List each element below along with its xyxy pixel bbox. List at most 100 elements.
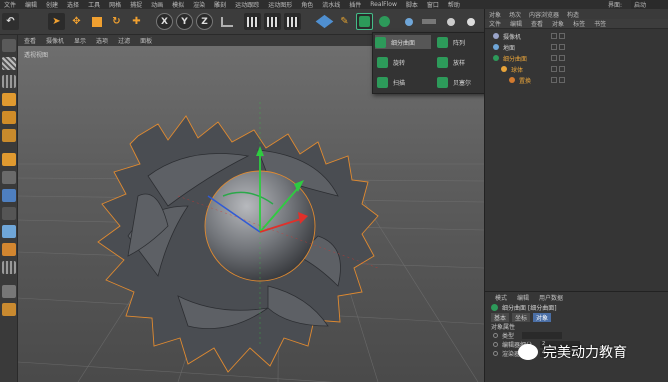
brush-icon[interactable] <box>2 303 16 316</box>
last-tool-icon[interactable]: ✚ <box>128 13 145 30</box>
attr-tab-object[interactable]: 对象 <box>533 312 552 322</box>
perspective-viewport[interactable]: 透视视图 <box>18 46 484 382</box>
menu-select[interactable]: 选择 <box>67 0 79 9</box>
render-settings-icon[interactable] <box>284 13 301 30</box>
attr-menu-edit[interactable]: 编辑 <box>517 293 529 302</box>
om-menu-tags[interactable]: 标签 <box>573 19 585 28</box>
om-menu-view[interactable]: 查看 <box>531 19 543 28</box>
magnet-icon[interactable] <box>2 243 16 256</box>
tab-objects[interactable]: 对象 <box>489 10 501 19</box>
menu-tools[interactable]: 工具 <box>88 0 100 9</box>
cube-primitive-icon[interactable] <box>315 13 334 30</box>
popup-item-array[interactable]: 阵列 <box>437 35 465 49</box>
menu-help[interactable]: 帮助 <box>448 0 460 9</box>
menu-plugins[interactable]: 插件 <box>349 0 361 9</box>
menu-simulate[interactable]: 模拟 <box>172 0 184 9</box>
z-axis-toggle[interactable]: Z <box>196 13 213 30</box>
menu-character[interactable]: 角色 <box>301 0 313 9</box>
menu-file[interactable]: 文件 <box>4 0 16 9</box>
radio-icon[interactable] <box>493 333 498 338</box>
x-axis-toggle[interactable]: X <box>156 13 173 30</box>
coordinate-system-icon[interactable] <box>218 13 235 30</box>
tweak-mode-icon[interactable] <box>2 171 16 184</box>
points-mode-icon[interactable] <box>2 93 16 106</box>
menu-window[interactable]: 窗口 <box>427 0 439 9</box>
subdivision-surface-icon[interactable] <box>356 13 373 30</box>
visibility-toggles[interactable] <box>551 75 567 85</box>
tab-structure[interactable]: 构造 <box>567 10 579 19</box>
light-icon[interactable] <box>462 13 479 30</box>
visibility-toggles[interactable] <box>551 64 567 74</box>
sculpt-icon[interactable] <box>2 285 16 298</box>
om-menu-bookmarks[interactable]: 书签 <box>594 19 606 28</box>
environment-icon[interactable] <box>400 13 417 30</box>
camera-icon[interactable] <box>442 13 459 30</box>
viewport-menu-display[interactable]: 显示 <box>74 36 86 45</box>
attr-menu-user-data[interactable]: 用户数据 <box>539 293 563 302</box>
visibility-toggles[interactable] <box>551 53 567 63</box>
tab-content-browser[interactable]: 内容浏览器 <box>529 10 559 19</box>
polygons-mode-icon[interactable] <box>2 129 16 142</box>
grid-icon[interactable] <box>2 261 16 274</box>
om-menu-objects[interactable]: 对象 <box>552 19 564 28</box>
menu-sculpt[interactable]: 雕刻 <box>214 0 226 9</box>
object-row-displacer[interactable]: 置换 <box>509 75 531 85</box>
attr-tab-basic[interactable]: 基本 <box>491 312 510 322</box>
popup-item-loft[interactable]: 放样 <box>437 55 465 69</box>
snap-icon[interactable] <box>2 189 16 202</box>
tab-takes[interactable]: 场次 <box>509 10 521 19</box>
axis-mode-icon[interactable] <box>2 153 16 166</box>
menu-mesh[interactable]: 网格 <box>109 0 121 9</box>
y-axis-toggle[interactable]: Y <box>176 13 193 30</box>
menu-animate[interactable]: 动画 <box>151 0 163 9</box>
menu-create[interactable]: 创建 <box>46 0 58 9</box>
menu-mograph[interactable]: 运动图形 <box>268 0 292 9</box>
attr-menu-mode[interactable]: 模式 <box>495 293 507 302</box>
menu-render[interactable]: 渲染 <box>193 0 205 9</box>
attr-tab-coord[interactable]: 坐标 <box>512 312 531 322</box>
workplane-icon[interactable] <box>2 75 16 88</box>
visibility-toggles[interactable] <box>551 31 567 41</box>
radio-icon[interactable] <box>493 342 498 347</box>
object-row-subdivision-surface[interactable]: 细分曲面 <box>493 53 527 63</box>
om-menu-edit[interactable]: 编辑 <box>510 19 522 28</box>
menu-script[interactable]: 脚本 <box>406 0 418 9</box>
popup-item-subdivision-surface[interactable]: 细分曲面 <box>375 35 431 49</box>
om-menu-file[interactable]: 文件 <box>489 19 501 28</box>
undo-icon[interactable]: ↶ <box>2 13 19 30</box>
move-icon[interactable]: ✥ <box>68 13 85 30</box>
popup-item-lathe[interactable]: 旋转 <box>377 55 405 69</box>
visibility-toggles[interactable] <box>551 42 567 52</box>
type-dropdown[interactable] <box>522 332 563 339</box>
object-row-camera[interactable]: 摄像机 <box>493 31 521 41</box>
floor-icon[interactable] <box>420 13 437 30</box>
solo-icon[interactable] <box>2 225 16 238</box>
object-row-floor[interactable]: 地面 <box>493 42 515 52</box>
radio-icon[interactable] <box>493 351 498 356</box>
select-arrow-icon[interactable]: ➤ <box>48 13 65 30</box>
menu-motion-tracking[interactable]: 运动跟踪 <box>235 0 259 9</box>
pen-spline-icon[interactable]: ✎ <box>336 13 353 30</box>
popup-item-bezier[interactable]: 贝塞尔 <box>437 75 471 89</box>
menu-edit[interactable]: 编辑 <box>25 0 37 9</box>
layout-select[interactable]: 启动 <box>630 0 660 9</box>
menu-snap[interactable]: 捕捉 <box>130 0 142 9</box>
menu-realflow[interactable]: RealFlow <box>370 1 397 8</box>
viewport-menu-panel[interactable]: 面板 <box>140 36 152 45</box>
popup-item-sweep[interactable]: 扫描 <box>377 75 405 89</box>
viewport-menu-options[interactable]: 选项 <box>96 36 108 45</box>
object-row-sphere[interactable]: 球体 <box>501 64 523 74</box>
edges-mode-icon[interactable] <box>2 111 16 124</box>
scale-icon[interactable] <box>88 13 105 30</box>
render-picture-viewer-icon[interactable] <box>264 13 281 30</box>
viewport-menu-cameras[interactable]: 摄像机 <box>46 36 64 45</box>
lock-workplane-icon[interactable] <box>2 207 16 220</box>
menu-pipeline[interactable]: 流水线 <box>322 0 340 9</box>
array-tool-icon[interactable] <box>376 13 393 30</box>
model-mode-icon[interactable] <box>2 39 16 52</box>
texture-mode-icon[interactable] <box>2 57 16 70</box>
viewport-menu-view[interactable]: 查看 <box>24 36 36 45</box>
rotate-icon[interactable]: ↻ <box>108 13 125 30</box>
render-view-icon[interactable] <box>244 13 261 30</box>
viewport-menu-filter[interactable]: 过滤 <box>118 36 130 45</box>
